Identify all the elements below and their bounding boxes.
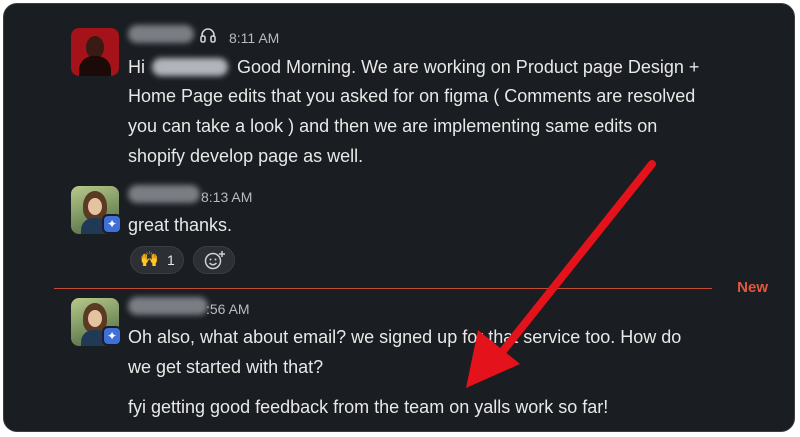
- new-messages-label: New: [737, 279, 768, 296]
- raised-hands-icon: 🙌: [140, 251, 159, 268]
- headphones-icon: [200, 28, 216, 43]
- user-mention-redacted[interactable]: [152, 57, 228, 76]
- message-text-line: Home Page edits that you asked for on fi…: [128, 86, 696, 106]
- message-text-line: Hi Good Morning. We are working on Produ…: [128, 57, 700, 77]
- message-text-line: Oh also, what about email? we signed up …: [128, 327, 682, 347]
- reaction-count: 1: [167, 252, 175, 268]
- sparkle-badge-icon: ✦: [102, 326, 122, 346]
- chat-window: 8:11 AM Hi Good Morning. We are working …: [3, 3, 795, 432]
- timestamp[interactable]: 8:11 AM: [229, 29, 279, 47]
- avatar[interactable]: [71, 28, 119, 76]
- sender-name-redacted[interactable]: [128, 297, 208, 315]
- new-messages-divider: [54, 288, 712, 289]
- sender-name-redacted[interactable]: [128, 25, 194, 43]
- timestamp[interactable]: :56 AM: [206, 300, 250, 318]
- timestamp[interactable]: 8:13 AM: [201, 188, 252, 206]
- sender-name-redacted[interactable]: [128, 185, 200, 203]
- message-text-line: we get started with that?: [128, 357, 324, 377]
- add-emoji-icon: [204, 251, 225, 270]
- message-text-line: shopify develop page as well.: [128, 146, 364, 166]
- sparkle-badge-icon: ✦: [102, 214, 122, 234]
- message-text-line: fyi getting good feedback from the team …: [128, 397, 609, 417]
- message-text-line: great thanks.: [128, 215, 233, 235]
- add-reaction-button[interactable]: [193, 246, 235, 274]
- message-text-line: you can take a look ) and then we are im…: [128, 116, 658, 136]
- reaction-pill[interactable]: 🙌 1: [130, 246, 184, 274]
